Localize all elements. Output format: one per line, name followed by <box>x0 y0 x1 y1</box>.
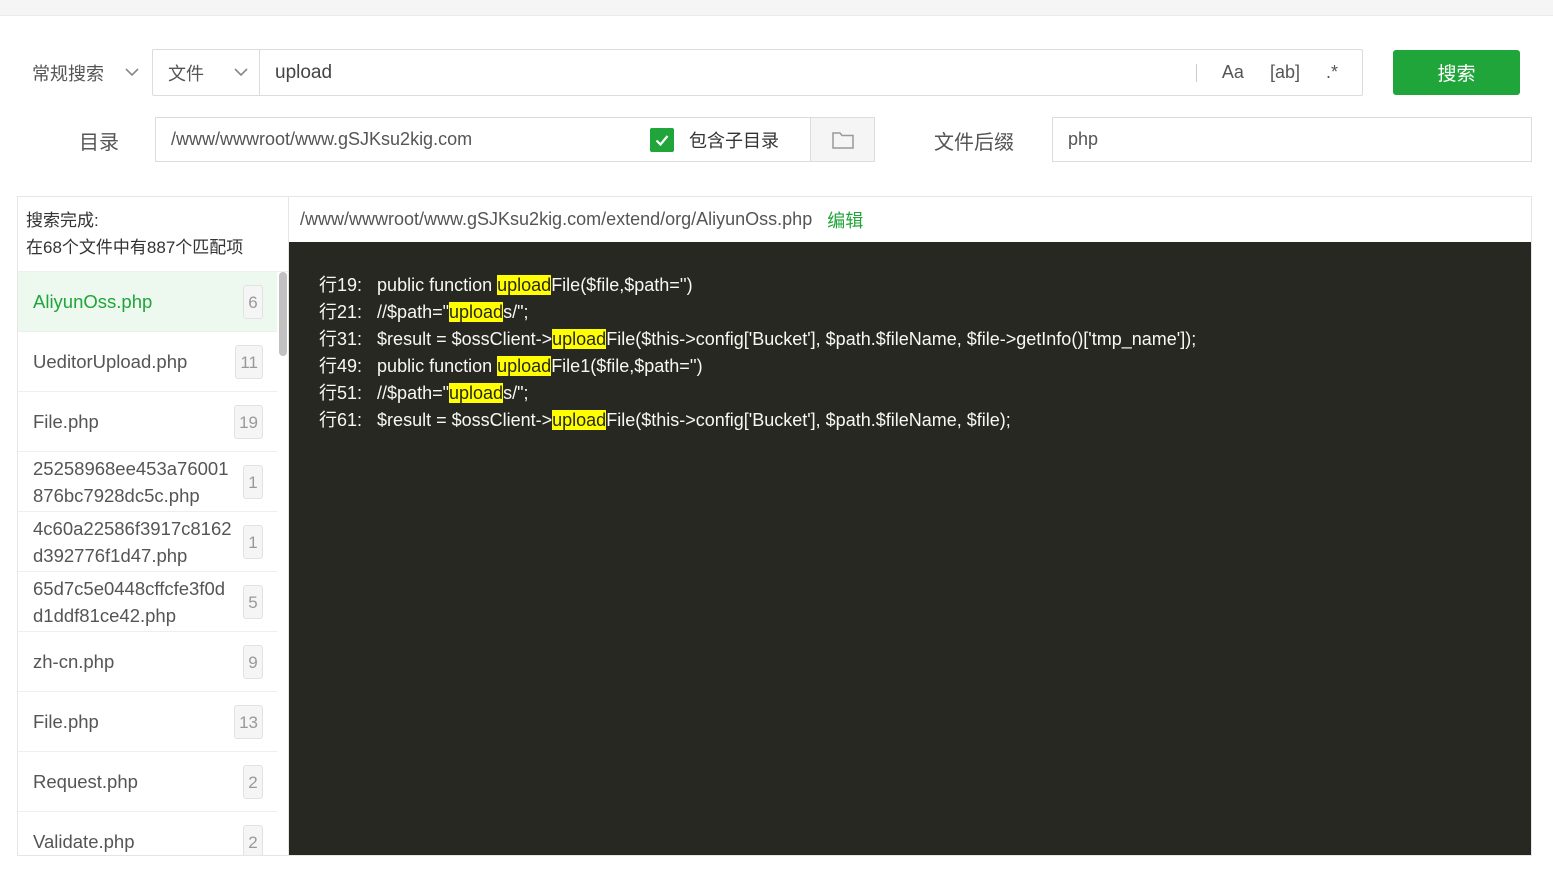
results-panel: 搜索完成: 在68个文件中有887个匹配项 AliyunOss.php 6 Ue… <box>17 196 1532 856</box>
search-input[interactable] <box>260 50 1196 95</box>
match-highlight: upload <box>449 302 504 322</box>
code-after: File($this->config['Bucket'], $path.$fil… <box>606 329 1197 349</box>
line-label: 行21: <box>319 302 363 322</box>
folder-icon <box>831 131 854 149</box>
chevron-down-icon <box>234 68 248 77</box>
code-before: //$path=" <box>377 383 449 403</box>
directory-box: 包含子目录 <box>155 117 875 162</box>
match-highlight: upload <box>552 410 607 430</box>
code-before: public function <box>377 356 498 376</box>
code-after: File($file,$path='') <box>551 275 693 295</box>
file-item[interactable]: 25258968ee453a76001876bc7928dc5c.php 1 <box>18 452 277 512</box>
line-label: 行61: <box>319 410 363 430</box>
file-item[interactable]: AliyunOss.php 6 <box>18 272 277 332</box>
match-case-toggle[interactable]: Aa <box>1222 62 1244 83</box>
code-line: 行51: //$path="uploads/"; <box>319 380 1531 407</box>
extension-label: 文件后缀 <box>934 132 1014 154</box>
code-after: s/"; <box>503 302 529 322</box>
search-mode-label: 常规搜索 <box>32 63 104 84</box>
search-button[interactable]: 搜索 <box>1393 50 1520 95</box>
code-line: 行49: public function uploadFile1($file,$… <box>319 353 1531 380</box>
code-line: 行19: public function uploadFile($file,$p… <box>319 272 1531 299</box>
preview-header: /www/wwwroot/www.gSJKsu2kig.com/extend/o… <box>289 197 1531 242</box>
line-label: 行49: <box>319 356 363 376</box>
file-name: Validate.php <box>33 831 135 852</box>
regex-toggle[interactable]: .* <box>1326 62 1338 83</box>
code-after: File1($file,$path='') <box>551 356 703 376</box>
code-line: 行31: $result = $ossClient->uploadFile($t… <box>319 326 1531 353</box>
code-before: $result = $ossClient-> <box>377 410 553 430</box>
search-mode-select[interactable]: 常规搜索 <box>22 50 152 95</box>
file-name: File.php <box>33 411 99 432</box>
line-label: 行19: <box>319 275 363 295</box>
file-name: zh-cn.php <box>33 651 115 672</box>
file-name: 25258968ee453a76001876bc7928dc5c.php <box>33 457 229 506</box>
file-name: AliyunOss.php <box>33 291 153 312</box>
match-count-badge: 13 <box>234 705 263 739</box>
preview-file-path: /www/wwwroot/www.gSJKsu2kig.com/extend/o… <box>300 209 813 229</box>
search-box: 文件 Aa [ab] .* <box>152 49 1363 96</box>
file-name: 65d7c5e0448cffcfe3f0dd1ddf81ce42.php <box>33 577 226 626</box>
file-list: AliyunOss.php 6 UeditorUpload.php 11 Fil… <box>18 272 277 855</box>
results-sidebar: 搜索完成: 在68个文件中有887个匹配项 AliyunOss.php 6 Ue… <box>18 197 289 855</box>
match-highlight: upload <box>449 383 504 403</box>
file-item[interactable]: File.php 13 <box>18 692 277 752</box>
search-status-line2: 在68个文件中有887个匹配项 <box>26 238 244 257</box>
file-name: File.php <box>33 711 99 732</box>
match-highlight: upload <box>497 356 552 376</box>
file-list-scrollbar[interactable] <box>277 272 289 855</box>
file-name: Request.php <box>33 771 138 792</box>
match-count-badge: 1 <box>243 525 263 559</box>
match-count-badge: 9 <box>243 645 263 679</box>
top-strip <box>0 0 1553 16</box>
file-item[interactable]: Validate.php 2 <box>18 812 277 855</box>
include-subdirs-checkbox[interactable] <box>650 127 674 152</box>
file-item[interactable]: File.php 19 <box>18 392 277 452</box>
match-count-badge: 2 <box>243 765 263 799</box>
file-item[interactable]: UeditorUpload.php 11 <box>18 332 277 392</box>
include-subdirs[interactable]: 包含子目录 <box>650 118 779 161</box>
code-before: $result = $ossClient-> <box>377 329 553 349</box>
code-line: 行61: $result = $ossClient->uploadFile($t… <box>319 407 1531 434</box>
whole-word-toggle[interactable]: [ab] <box>1270 62 1300 83</box>
code-preview: 行19: public function uploadFile($file,$p… <box>289 242 1531 855</box>
match-count-badge: 5 <box>243 585 263 619</box>
line-label: 行31: <box>319 329 363 349</box>
chevron-down-icon <box>125 68 139 77</box>
file-name: 4c60a22586f3917c8162d392776f1d47.php <box>33 517 232 566</box>
match-count-badge: 2 <box>243 825 263 855</box>
code-line: 行21: //$path="uploads/"; <box>319 299 1531 326</box>
options-divider <box>1195 63 1197 82</box>
match-highlight: upload <box>497 275 552 295</box>
match-count-badge: 11 <box>235 345 263 379</box>
code-after: s/"; <box>503 383 529 403</box>
code-before: public function <box>377 275 498 295</box>
browse-folder-button[interactable] <box>810 118 874 161</box>
scrollbar-thumb[interactable] <box>279 272 287 356</box>
include-subdirs-label: 包含子目录 <box>689 130 779 151</box>
file-name: UeditorUpload.php <box>33 351 188 372</box>
extension-input[interactable] <box>1052 117 1532 162</box>
code-after: File($this->config['Bucket'], $path.$fil… <box>606 410 1011 430</box>
edit-link[interactable]: 编辑 <box>827 207 863 233</box>
search-type-label: 文件 <box>168 63 204 84</box>
file-item[interactable]: 65d7c5e0448cffcfe3f0dd1ddf81ce42.php 5 <box>18 572 277 632</box>
match-highlight: upload <box>552 329 607 349</box>
file-item[interactable]: zh-cn.php 9 <box>18 632 277 692</box>
match-count-badge: 19 <box>234 405 263 439</box>
code-before: //$path=" <box>377 302 449 322</box>
search-type-select[interactable]: 文件 <box>153 50 260 95</box>
match-count-badge: 6 <box>243 285 263 319</box>
directory-input[interactable] <box>156 118 636 161</box>
match-count-badge: 1 <box>243 465 263 499</box>
file-item[interactable]: Request.php 2 <box>18 752 277 812</box>
line-label: 行51: <box>319 383 363 403</box>
directory-label: 目录 <box>79 132 119 154</box>
check-icon <box>655 134 669 146</box>
search-status-line1: 搜索完成: <box>26 211 99 230</box>
search-status: 搜索完成: 在68个文件中有887个匹配项 <box>18 197 288 272</box>
file-item[interactable]: 4c60a22586f3917c8162d392776f1d47.php 1 <box>18 512 277 572</box>
